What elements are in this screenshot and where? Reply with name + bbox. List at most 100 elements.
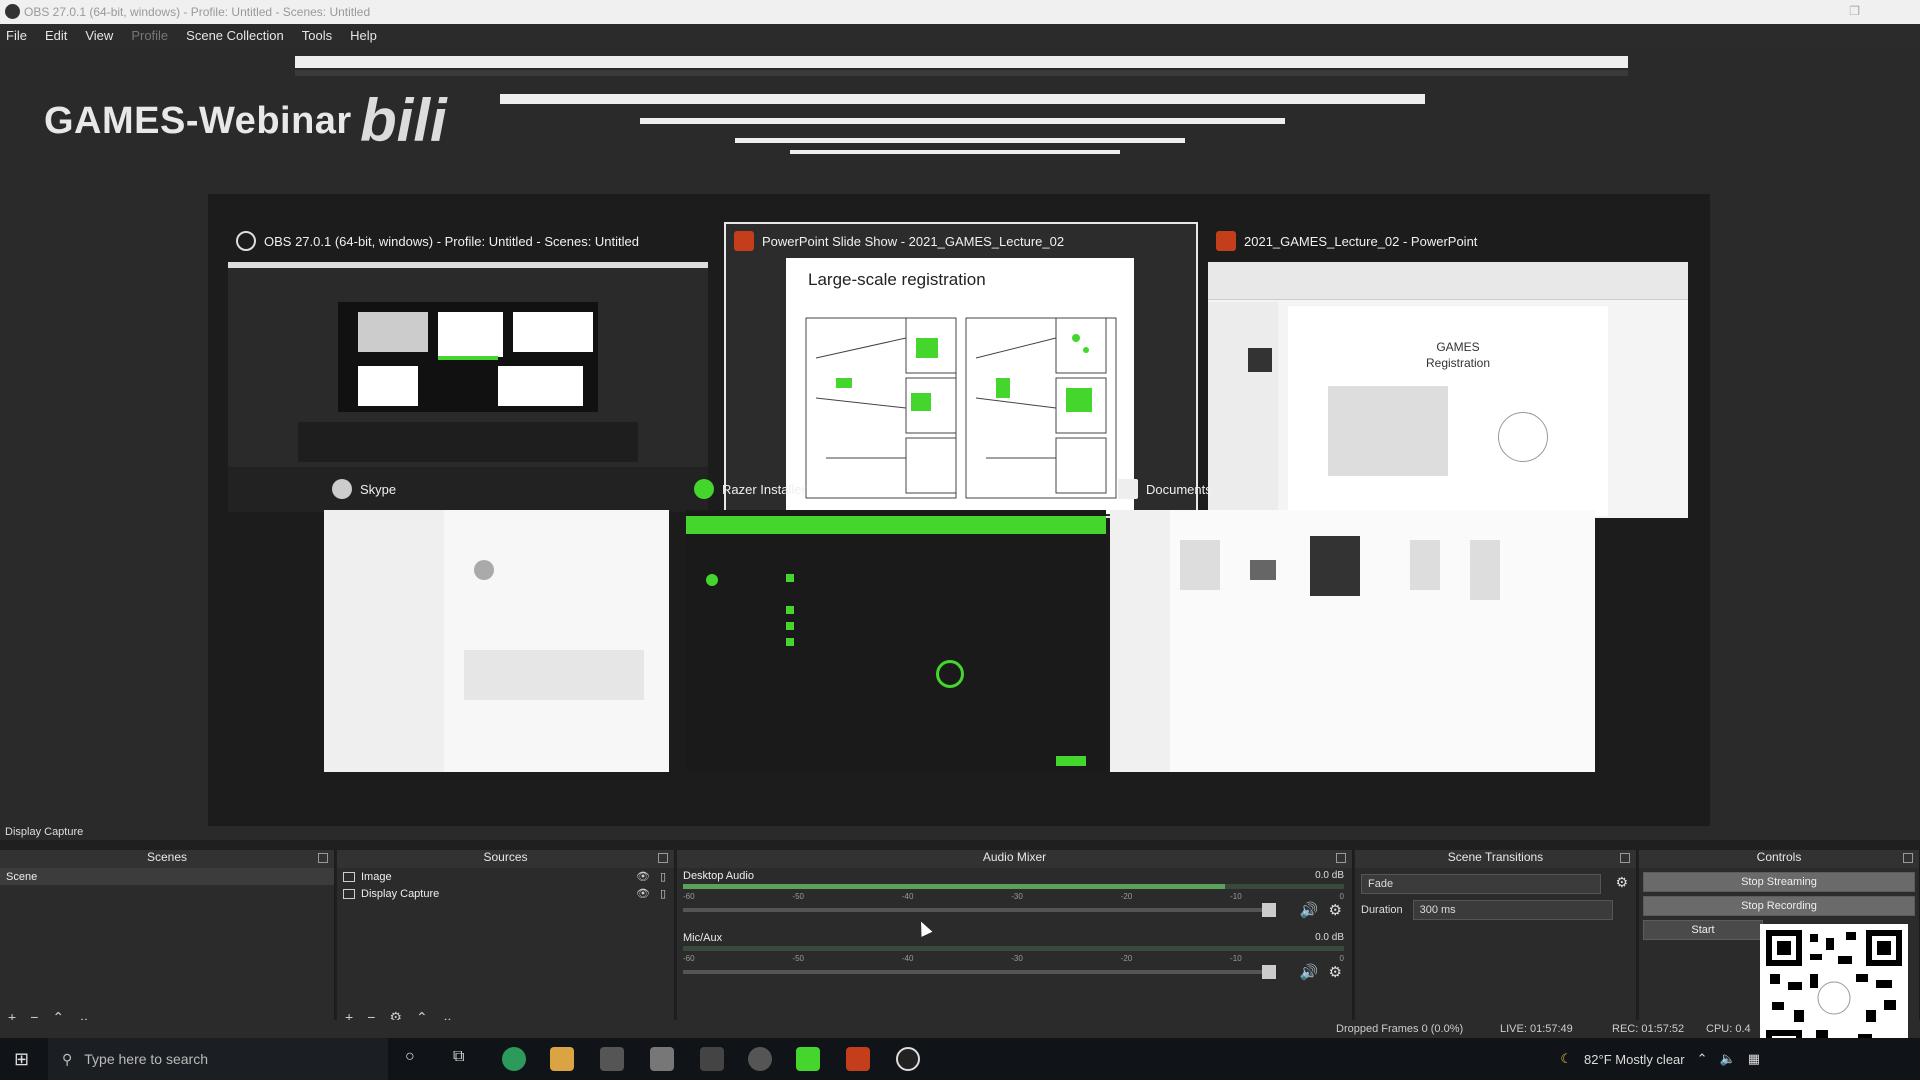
task-switcher: OBS 27.0.1 (64-bit, windows) - Profile: …: [208, 194, 1710, 828]
scenes-dock: Scenes Scene + − ⌃ ⌄: [0, 850, 335, 1030]
card-title: 2021_GAMES_Lecture_02 - PowerPoint: [1244, 233, 1478, 249]
switcher-card-slideshow[interactable]: PowerPoint Slide Show - 2021_GAMES_Lectu…: [724, 222, 1198, 518]
cpu-usage: CPU: 0.4: [1706, 1023, 1751, 1035]
live-time: LIVE: 01:57:49: [1500, 1023, 1573, 1035]
audio-mixer-dock: Audio Mixer Desktop Audio 0.0 dB -60 -50-…: [677, 850, 1353, 1030]
mixer-header: Audio Mixer: [982, 850, 1047, 864]
windows-start-icon[interactable]: ⊞: [14, 1049, 29, 1070]
volume-slider[interactable]: [683, 965, 1276, 979]
preview-canvas[interactable]: GAMES-Webinar bili OBS 27.0.1 (64-bit, w…: [0, 46, 1920, 828]
switcher-card-documents[interactable]: Documents: [1110, 476, 1595, 776]
preview-source-label: Display Capture: [0, 826, 1920, 840]
lock-icon[interactable]: ▯: [660, 870, 666, 883]
bilibili-logo: bili: [360, 87, 447, 154]
status-bar: Dropped Frames 0 (0.0%) LIVE: 01:57:49 R…: [0, 1020, 1920, 1038]
stop-streaming-button[interactable]: Stop Streaming: [1643, 872, 1915, 892]
dropped-frames: Dropped Frames 0 (0.0%): [1336, 1023, 1464, 1035]
visibility-icon[interactable]: 👁: [636, 870, 650, 883]
switcher-card-powerpoint[interactable]: 2021_GAMES_Lecture_02 - PowerPoint GAMES…: [1208, 228, 1688, 518]
skype-thumbnail: [324, 510, 669, 772]
slider-handle[interactable]: [1262, 903, 1276, 917]
mail-icon[interactable]: [650, 1047, 674, 1071]
rec-time: REC: 01:57:52: [1612, 1023, 1685, 1035]
card-title: PowerPoint Slide Show - 2021_GAMES_Lectu…: [762, 233, 1065, 249]
nested-preview-bar: [735, 138, 1185, 143]
razer-thumbnail: [686, 510, 1106, 772]
folder-icon: [1118, 479, 1138, 499]
menu-edit[interactable]: Edit: [45, 28, 67, 43]
switcher-card-razer[interactable]: Razer Installer: [686, 476, 1106, 776]
volume-icon[interactable]: 🔈: [1720, 1051, 1736, 1067]
menu-help[interactable]: Help: [350, 28, 377, 43]
weather-icon[interactable]: ☾: [1560, 1051, 1572, 1067]
nested-preview-bar: [500, 94, 1425, 104]
app-icon[interactable]: [700, 1047, 724, 1071]
undock-icon[interactable]: [1336, 853, 1346, 863]
taskbar-search[interactable]: ⚲ Type here to search: [48, 1038, 388, 1080]
edge-icon[interactable]: [502, 1047, 526, 1071]
restore-icon[interactable]: ❐: [1849, 4, 1860, 18]
source-item[interactable]: Display Capture 👁 ▯: [337, 885, 674, 902]
scene-item-label: Scene: [6, 870, 38, 883]
card-title: Skype: [360, 481, 397, 497]
weather-text[interactable]: 82°F Mostly clear: [1584, 1052, 1685, 1067]
search-placeholder: Type here to search: [84, 1051, 209, 1067]
menu-tools[interactable]: Tools: [302, 28, 332, 43]
undock-icon[interactable]: [1620, 853, 1630, 863]
image-icon: [343, 871, 355, 882]
controls-header: Controls: [1756, 850, 1802, 864]
cortana-icon[interactable]: ○: [405, 1048, 415, 1066]
undock-icon[interactable]: [658, 853, 668, 863]
slide-line-2: Registration: [1425, 356, 1491, 370]
skype-icon: [332, 479, 352, 499]
volume-slider[interactable]: [683, 903, 1276, 917]
file-explorer-icon[interactable]: [550, 1047, 574, 1071]
scene-item[interactable]: Scene: [0, 868, 334, 885]
card-title: Documents: [1146, 481, 1212, 497]
scenes-header: Scenes: [146, 850, 188, 864]
start-button[interactable]: Start: [1643, 920, 1763, 940]
stop-recording-button[interactable]: Stop Recording: [1643, 896, 1915, 916]
windows-taskbar: ⊞ ⚲ Type here to search ○ ⧉ ☾ 82°F Mostl…: [0, 1038, 1920, 1080]
menu-profile[interactable]: Profile: [131, 28, 168, 43]
transitions-header: Scene Transitions: [1447, 850, 1544, 864]
task-view-icon[interactable]: ⧉: [453, 1048, 464, 1066]
obs-icon[interactable]: [896, 1047, 920, 1071]
network-icon[interactable]: ▦: [1748, 1051, 1760, 1067]
speaker-icon[interactable]: 🔊: [1300, 963, 1319, 981]
skype-icon[interactable]: [748, 1047, 772, 1071]
gear-icon[interactable]: ⚙: [1329, 901, 1342, 919]
duration-input[interactable]: 300 ms: [1412, 900, 1613, 920]
gear-icon[interactable]: ⚙: [1329, 963, 1342, 981]
chevron-up-icon[interactable]: ⌃: [1697, 1051, 1708, 1067]
source-item[interactable]: Image 👁 ▯: [337, 868, 674, 885]
slider-handle[interactable]: [1262, 965, 1276, 979]
search-icon: ⚲: [62, 1050, 73, 1067]
gear-icon[interactable]: ⚙: [1615, 874, 1628, 891]
nested-preview-menu: [295, 70, 1628, 76]
transition-select[interactable]: Fade: [1361, 874, 1601, 894]
nested-preview-bar: [295, 56, 1628, 68]
powerpoint-icon[interactable]: [846, 1047, 870, 1071]
razer-icon[interactable]: [796, 1047, 820, 1071]
card-title: OBS 27.0.1 (64-bit, windows) - Profile: …: [264, 233, 639, 249]
menu-file[interactable]: File: [6, 28, 27, 43]
menu-scene-collection[interactable]: Scene Collection: [186, 28, 284, 43]
store-icon[interactable]: [600, 1047, 624, 1071]
visibility-icon[interactable]: 👁: [636, 887, 650, 900]
undock-icon[interactable]: [318, 853, 328, 863]
menu-view[interactable]: View: [85, 28, 113, 43]
track-db: 0.0 dB: [1315, 870, 1344, 881]
obs-icon: [5, 4, 20, 19]
menu-bar: File Edit View Profile Scene Collection …: [0, 24, 1920, 46]
monitor-icon: [343, 888, 355, 899]
obs-thumbnail: [228, 262, 708, 512]
speaker-icon[interactable]: 🔊: [1300, 901, 1319, 919]
switcher-card-skype[interactable]: Skype: [324, 476, 669, 776]
lock-icon[interactable]: ▯: [660, 887, 666, 900]
undock-icon[interactable]: [1903, 853, 1913, 863]
track-name: Desktop Audio: [683, 870, 754, 882]
switcher-card-obs[interactable]: OBS 27.0.1 (64-bit, windows) - Profile: …: [228, 228, 708, 512]
powerpoint-icon: [1216, 231, 1236, 251]
window-title: OBS 27.0.1 (64-bit, windows) - Profile: …: [24, 5, 371, 19]
